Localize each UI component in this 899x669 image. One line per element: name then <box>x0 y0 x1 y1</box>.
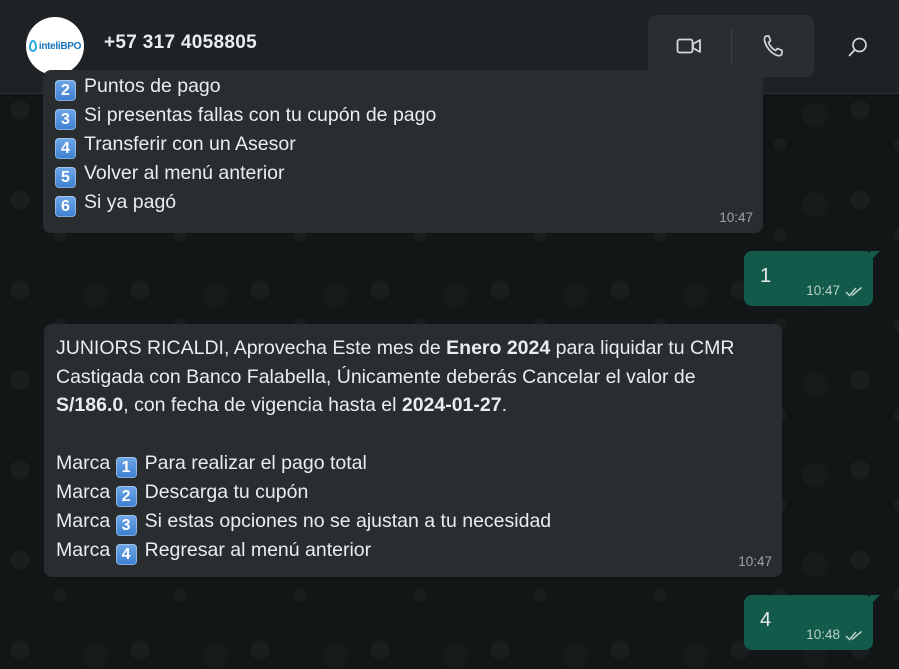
menu-line: 5 Volver al menú anterior <box>55 159 751 188</box>
keycap-icon: 5 <box>55 167 76 188</box>
menu-line: 2 Puntos de pago <box>55 72 751 101</box>
double-check-icon <box>845 286 862 297</box>
phone-icon <box>763 35 783 57</box>
incoming-message-menu[interactable]: 2 Puntos de pago 3 Si presentas fallas con… <box>43 70 763 233</box>
message-timestamp: 10:48 <box>806 628 863 642</box>
message-timestamp: 10:47 <box>719 210 753 225</box>
option-line: Marca 4 Regresar al menú anterior <box>56 538 372 565</box>
menu-line: 4 Transferir con un Asesor <box>55 130 751 159</box>
offer-line: JUNIORS RICALDI, Aprovecha Este mes de E… <box>56 337 735 359</box>
menu-line-text: Si ya pagó <box>84 191 177 213</box>
offer-line: S/186.0, con fecha de vigencia hasta el … <box>56 394 508 417</box>
avatar[interactable]: inteliBPO <box>26 17 84 75</box>
menu-line-text: Transferir con un Asesor <box>84 133 296 155</box>
search-icon <box>848 37 867 57</box>
keycap-icon: 4 <box>115 543 137 565</box>
offer-amount: S/186.0 <box>56 394 124 417</box>
keycap-icon: 3 <box>55 109 76 130</box>
menu-line: 6 Si ya pagó <box>55 188 751 217</box>
keycap-icon: 3 <box>115 514 137 536</box>
double-check-icon <box>845 630 862 641</box>
menu-line-text: Puntos de pago <box>84 75 221 97</box>
message-body: 2 Puntos de pago 3 Si presentas fallas con… <box>55 72 751 217</box>
outgoing-message[interactable]: 4 10:48 <box>744 595 873 650</box>
keycap-icon: 4 <box>55 138 76 159</box>
option-line: Marca 3 Si estas opciones no se ajustan a… <box>56 509 552 536</box>
keycap-icon: 6 <box>55 196 76 217</box>
message-timestamp: 10:47 <box>738 554 772 569</box>
offer-line: Castigada con Banco Falabella, Únicament… <box>56 365 696 388</box>
bubble-tail <box>870 251 880 261</box>
contact-name[interactable]: +57 317 4058805 <box>104 32 257 54</box>
keycap-icon: 1 <box>115 456 137 478</box>
avatar-logo-text: inteliBPO <box>38 40 82 52</box>
call-buttons-group <box>648 15 814 77</box>
option-line: Marca 2 Descarga tu cupón <box>56 480 309 507</box>
incoming-message-offer[interactable]: JUNIORS RICALDI, Aprovecha Este mes de E… <box>44 324 782 577</box>
logo-pin-icon <box>28 40 37 52</box>
video-call-button[interactable] <box>648 15 731 77</box>
menu-line-text: Si presentas fallas con tu cupón de pago <box>84 104 437 126</box>
search-button[interactable] <box>836 25 880 69</box>
option-line: Marca 1 Para realizar el pago total <box>56 451 367 478</box>
bubble-tail <box>870 595 880 605</box>
voice-call-button[interactable] <box>732 15 815 77</box>
video-camera-icon <box>676 38 702 54</box>
offer-month: Enero 2024 <box>446 337 551 359</box>
message-timestamp: 10:47 <box>806 284 863 298</box>
menu-line: 3 Si presentas fallas con tu cupón de pag… <box>55 101 751 130</box>
keycap-icon: 2 <box>115 485 137 507</box>
offer-deadline: 2024-01-27 <box>401 394 502 417</box>
keycap-icon: 2 <box>55 80 76 101</box>
outgoing-message[interactable]: 1 10:47 <box>744 251 873 306</box>
menu-line-text: Volver al menú anterior <box>84 162 285 184</box>
